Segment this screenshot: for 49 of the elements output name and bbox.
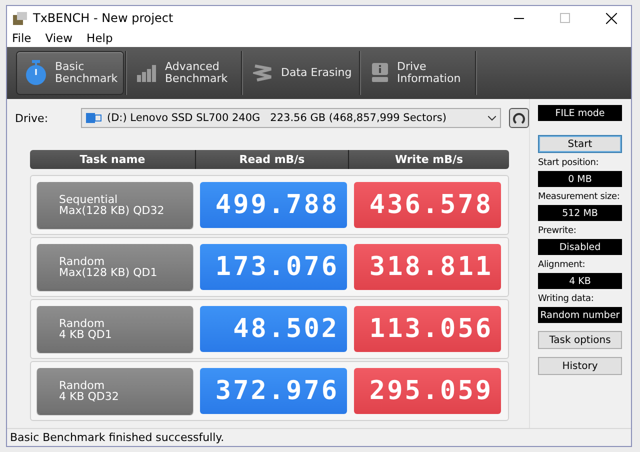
write-speed: 318.811 — [354, 244, 501, 290]
setting-value: Disabled — [538, 239, 622, 255]
setting-label: Alignment: — [538, 259, 586, 271]
setting-label: Measurement size: — [538, 191, 621, 203]
zigzag-icon — [253, 64, 273, 82]
setting-label: Prewrite: — [538, 225, 578, 237]
drive-info-icon — [371, 63, 389, 83]
start-button[interactable]: Start — [538, 135, 622, 153]
drive-dropdown[interactable]: (D:) Lenovo SSD SL700 240G 223.56 GB (468,857,999 Sectors) — [81, 108, 501, 128]
setting-value: 4 KB — [538, 273, 622, 289]
toolbar-tab[interactable]: Data Erasing — [245, 52, 357, 94]
task-name: Random 4 KB QD1 — [37, 306, 193, 352]
menu-item[interactable]: File — [12, 31, 32, 45]
menu-item[interactable]: Help — [86, 31, 113, 45]
drive-icon — [86, 112, 102, 124]
write-speed: 113.056 — [354, 306, 501, 352]
setting-value: 0 MB — [538, 171, 622, 187]
close-icon — [606, 12, 616, 24]
refresh-icon — [512, 111, 526, 125]
side-button[interactable]: History — [538, 357, 622, 375]
toolbar-tab[interactable]: Advanced Benchmark — [129, 52, 239, 94]
refresh-button[interactable] — [509, 108, 529, 128]
read-speed: 499.788 — [200, 182, 347, 228]
read-speed: 48.502 — [200, 306, 347, 352]
toolbar-tab[interactable]: Basic Benchmark — [17, 52, 123, 94]
setting-value: 512 MB — [538, 205, 622, 221]
task-name: Sequential Max(128 KB) QD32 — [37, 182, 193, 228]
drive-label: Drive: — [15, 112, 50, 124]
setting-value: Random number — [538, 307, 622, 323]
bar-chart-icon — [137, 64, 157, 82]
stopwatch-icon — [25, 60, 47, 86]
setting-label: Start position: — [538, 157, 600, 169]
app-icon — [13, 12, 27, 24]
side-button[interactable]: Task options — [538, 331, 622, 349]
write-speed: 436.578 — [354, 182, 501, 228]
table-header: Task name Read mB/s Write mB/s — [30, 150, 509, 169]
read-speed: 372.976 — [200, 368, 347, 414]
window-title: TxBENCH - New project — [33, 11, 174, 25]
task-name: Random 4 KB QD32 — [37, 368, 193, 414]
menu-item[interactable]: View — [45, 31, 73, 45]
task-name: Random Max(128 KB) QD1 — [37, 244, 193, 290]
status-bar: Basic Benchmark finished successfully. — [7, 428, 631, 446]
toolbar-tab[interactable]: Drive Information — [363, 52, 473, 94]
setting-label: Writing data: — [538, 293, 595, 305]
read-speed: 173.076 — [200, 244, 347, 290]
write-speed: 295.059 — [354, 368, 501, 414]
maximize-icon — [560, 13, 570, 23]
chevron-down-icon — [488, 116, 496, 120]
mode-indicator: FILE mode — [538, 105, 622, 121]
